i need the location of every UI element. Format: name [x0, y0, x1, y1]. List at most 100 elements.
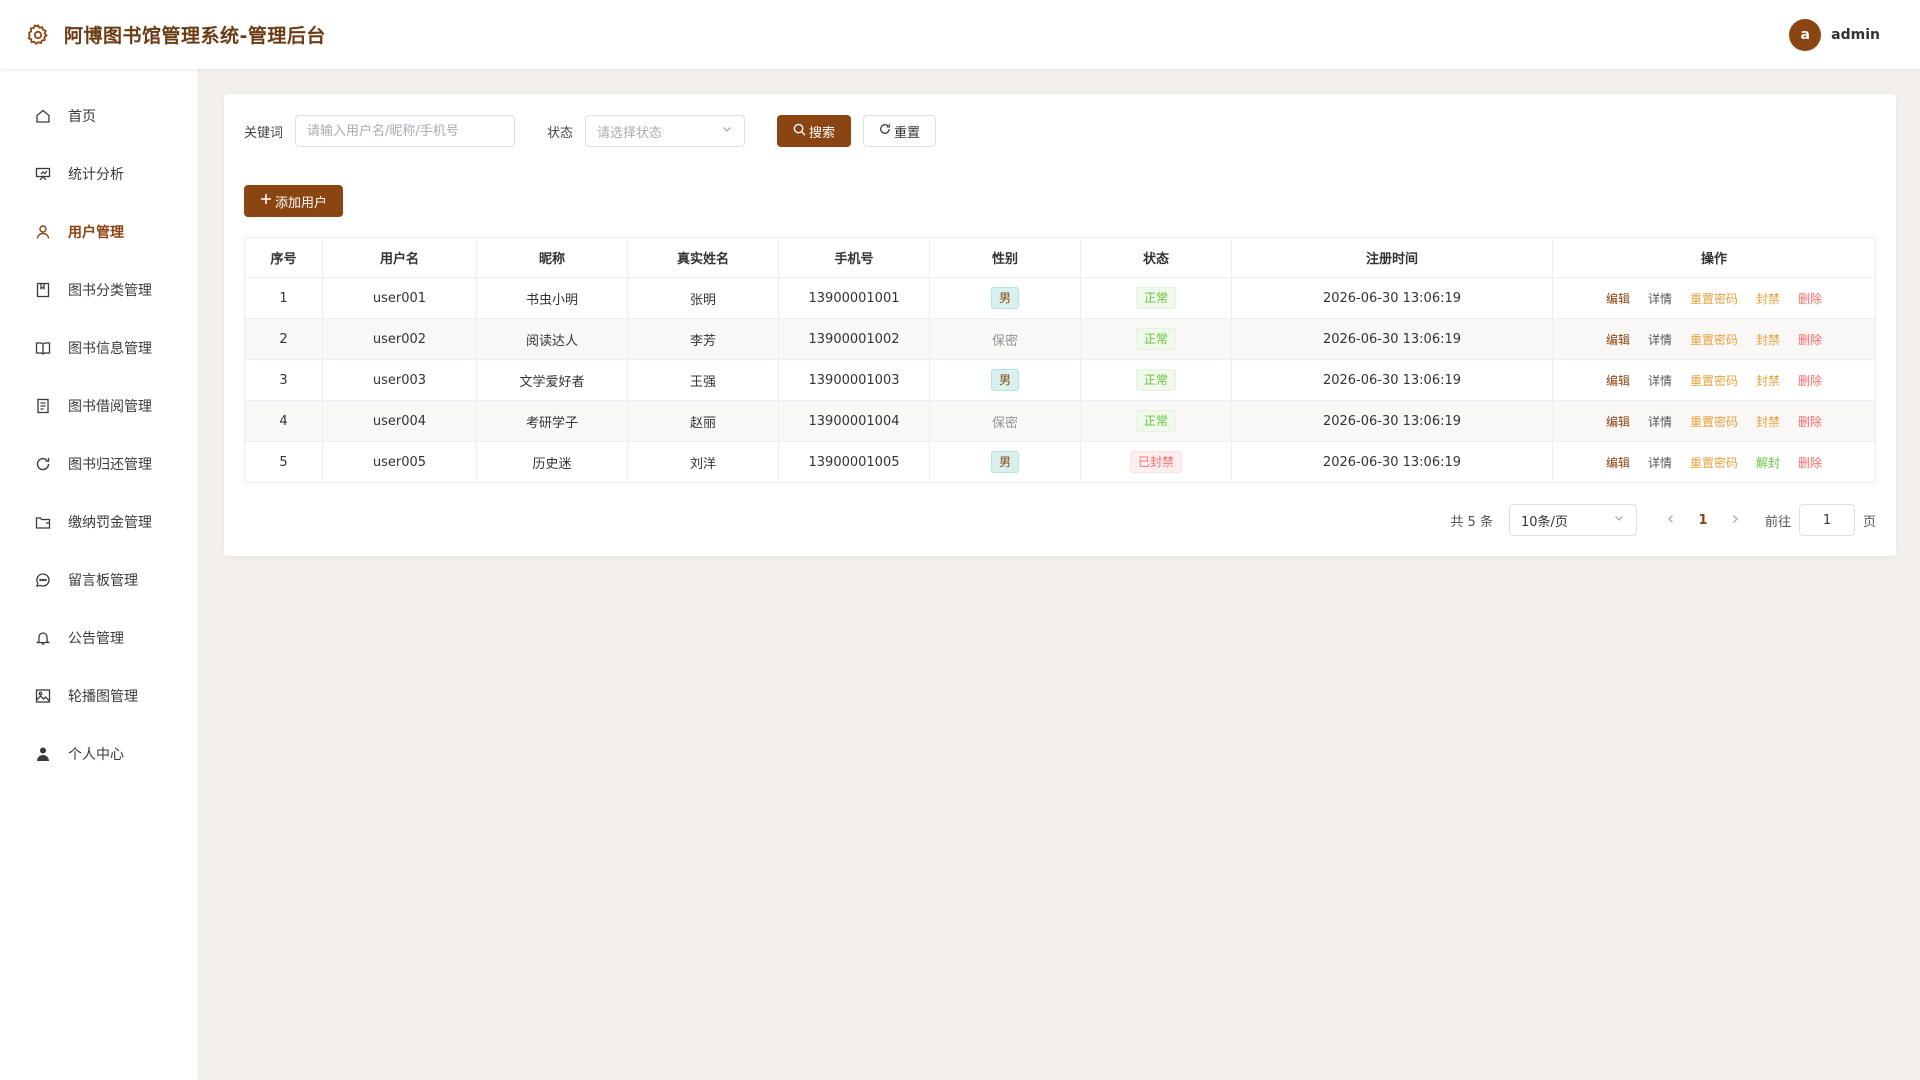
reset-password-link[interactable]: 重置密码 — [1690, 290, 1738, 307]
prev-page-chevron-left-icon[interactable] — [1655, 513, 1687, 528]
username[interactable]: admin — [1831, 27, 1880, 43]
detail-link[interactable]: 详情 — [1648, 290, 1672, 307]
user-management-panel: 关键词 状态 请选择状态 搜索 重置 添加用户 — [224, 94, 1896, 556]
sidebar-item-book-info[interactable]: 图书信息管理 — [0, 319, 198, 377]
reset-password-link[interactable]: 重置密码 — [1690, 331, 1738, 348]
unban-link[interactable]: 解封 — [1756, 454, 1780, 471]
next-page-chevron-right-icon[interactable] — [1719, 513, 1751, 528]
search-button[interactable]: 搜索 — [777, 115, 852, 147]
delete-link[interactable]: 删除 — [1798, 413, 1822, 430]
cell-username: user002 — [322, 318, 477, 360]
edit-link[interactable]: 编辑 — [1606, 372, 1630, 389]
open-book-icon — [34, 339, 52, 357]
user-menu[interactable]: a admin — [1789, 18, 1880, 51]
sidebar-item-home[interactable]: 首页 — [0, 87, 198, 145]
delete-link[interactable]: 删除 — [1798, 454, 1822, 471]
table-row: 2 user002 阅读达人 李芳 13900001002 保密 正常 2026… — [244, 318, 1876, 360]
cell-index: 1 — [244, 277, 323, 319]
column-header: 状态 — [1080, 237, 1232, 278]
sidebar-item-label: 图书借阅管理 — [68, 399, 152, 415]
cell-phone: 13900001001 — [778, 277, 930, 319]
ban-link[interactable]: 封禁 — [1756, 413, 1780, 430]
search-button-label: 搜索 — [809, 125, 836, 141]
refresh-icon — [879, 123, 891, 139]
sidebar-item-notices[interactable]: 公告管理 — [0, 609, 198, 667]
page-size-value: 10条/页 — [1520, 514, 1568, 530]
sidebar-item-label: 首页 — [68, 109, 96, 125]
gender-tag: 男 — [990, 369, 1019, 391]
keyword-input[interactable] — [295, 115, 516, 147]
reset-button[interactable]: 重置 — [863, 115, 937, 147]
status-badge: 正常 — [1135, 410, 1176, 432]
detail-link[interactable]: 详情 — [1648, 413, 1672, 430]
delete-link[interactable]: 删除 — [1798, 331, 1822, 348]
chevron-down-icon — [1613, 512, 1625, 528]
sidebar-item-book-category[interactable]: 图书分类管理 — [0, 261, 198, 319]
delete-link[interactable]: 删除 — [1798, 290, 1822, 307]
column-header: 注册时间 — [1231, 237, 1553, 278]
cell-username: user005 — [322, 441, 477, 483]
edit-link[interactable]: 编辑 — [1606, 413, 1630, 430]
cell-phone: 13900001005 — [778, 441, 930, 483]
presentation-chart-icon — [34, 165, 52, 183]
cell-realname: 李芳 — [627, 318, 779, 360]
column-header: 操作 — [1552, 237, 1876, 278]
sidebar-item-profile[interactable]: 个人中心 — [0, 725, 198, 783]
table-header-row: 序号 用户名 昵称 真实姓名 手机号 性别 状态 注册时间 操作 — [244, 237, 1876, 278]
sidebar-item-users[interactable]: 用户管理 — [0, 203, 198, 261]
edit-link[interactable]: 编辑 — [1606, 331, 1630, 348]
goto-page-input[interactable] — [1798, 504, 1855, 536]
pagination: 共 5 条 10条/页 1 前往 页 — [1450, 504, 1876, 536]
home-icon — [34, 107, 52, 125]
avatar[interactable]: a — [1789, 18, 1822, 51]
page-number[interactable]: 1 — [1687, 513, 1719, 528]
ban-link[interactable]: 封禁 — [1756, 372, 1780, 389]
status-badge: 正常 — [1135, 328, 1176, 350]
reset-password-link[interactable]: 重置密码 — [1690, 454, 1738, 471]
brand: 阿博图书馆管理系统-管理后台 — [24, 21, 326, 49]
gear-icon — [24, 21, 52, 49]
column-header: 真实姓名 — [627, 237, 779, 278]
detail-link[interactable]: 详情 — [1648, 372, 1672, 389]
cell-nickname: 书虫小明 — [476, 277, 628, 319]
sidebar-item-return[interactable]: 图书归还管理 — [0, 435, 198, 493]
add-user-button[interactable]: 添加用户 — [244, 185, 344, 217]
status-select[interactable]: 请选择状态 — [585, 115, 746, 147]
status-badge: 正常 — [1135, 369, 1176, 391]
sidebar-item-carousel[interactable]: 轮播图管理 — [0, 667, 198, 725]
edit-link[interactable]: 编辑 — [1606, 290, 1630, 307]
sidebar-item-label: 统计分析 — [68, 167, 124, 183]
ban-link[interactable]: 封禁 — [1756, 290, 1780, 307]
sidebar-item-label: 个人中心 — [68, 747, 124, 763]
reset-password-link[interactable]: 重置密码 — [1690, 372, 1738, 389]
column-header: 手机号 — [778, 237, 930, 278]
cell-username: user001 — [322, 277, 477, 319]
sidebar-item-fines[interactable]: 缴纳罚金管理 — [0, 493, 198, 551]
sidebar-item-borrow[interactable]: 图书借阅管理 — [0, 377, 198, 435]
status-badge: 正常 — [1135, 287, 1176, 309]
ban-link[interactable]: 封禁 — [1756, 331, 1780, 348]
cell-gender: 男 — [929, 441, 1081, 483]
sidebar-item-messages[interactable]: 留言板管理 — [0, 551, 198, 609]
cell-gender: 男 — [929, 277, 1081, 319]
sidebar-item-label: 公告管理 — [68, 631, 124, 647]
cell-actions: 编辑 详情 重置密码 解封 删除 — [1552, 441, 1876, 483]
sidebar-item-label: 图书归还管理 — [68, 457, 152, 473]
column-header: 性别 — [929, 237, 1081, 278]
reset-password-link[interactable]: 重置密码 — [1690, 413, 1738, 430]
sidebar: 首页 统计分析 用户管理 图书分类管理 图书信息管理 图书借阅管理 图书归还管理… — [0, 69, 199, 1080]
cell-index: 3 — [244, 359, 323, 401]
delete-link[interactable]: 删除 — [1798, 372, 1822, 389]
gender-tag: 男 — [990, 287, 1019, 309]
add-user-button-label: 添加用户 — [275, 195, 328, 211]
sidebar-item-statistics[interactable]: 统计分析 — [0, 145, 198, 203]
detail-link[interactable]: 详情 — [1648, 331, 1672, 348]
cell-realname: 张明 — [627, 277, 779, 319]
sidebar-item-label: 图书分类管理 — [68, 283, 152, 299]
picture-icon — [34, 687, 52, 705]
refresh-icon — [34, 455, 52, 473]
detail-link[interactable]: 详情 — [1648, 454, 1672, 471]
user-filled-icon — [34, 745, 52, 763]
edit-link[interactable]: 编辑 — [1606, 454, 1630, 471]
page-size-select[interactable]: 10条/页 — [1508, 504, 1637, 536]
